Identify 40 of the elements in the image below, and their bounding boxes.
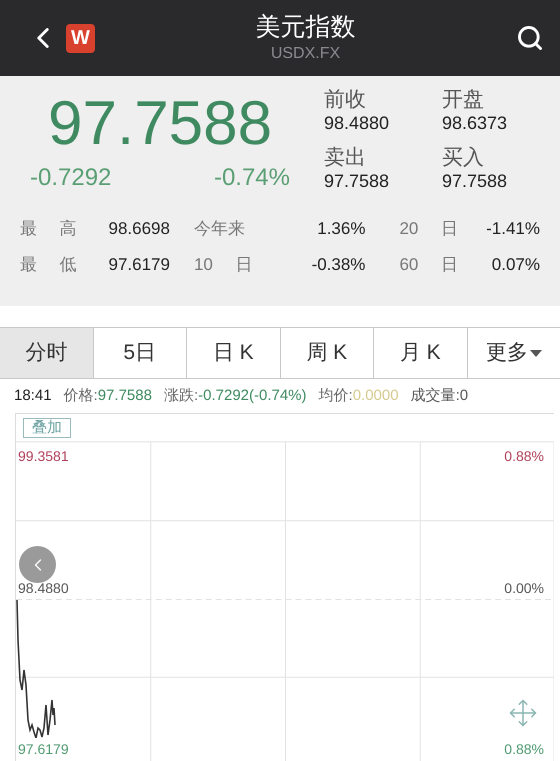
stat-label: 卖出 [324,146,367,170]
info-value: 0.0000 [352,386,399,406]
info-label: 涨跌: [164,386,198,406]
window-title: 美元指数 [256,12,356,43]
range-label: 60 日 [399,254,458,276]
info-value: -0.7292(-0.74%) [198,386,307,406]
info-label: 均价: [318,386,353,406]
range-value: 1.36% [317,218,366,240]
percent-axis-label: 0.88% [504,740,544,759]
stat-value: 97.7588 [442,170,508,192]
range-value: -1.41% [486,218,540,240]
range-label: 最 低 [20,254,77,276]
app-logo: W [66,24,95,52]
range-label: 最 高 [20,218,77,240]
info-text: 成交量:0 [410,386,468,406]
range-value: 0.07% [492,254,540,276]
range-label: 10 日 [194,254,253,276]
stat-value: 98.4880 [324,112,390,134]
info-text: 18:41 [14,386,52,406]
period-tab[interactable]: 分时 [0,328,94,378]
range-label: 20 日 [399,218,458,240]
stat-label: 前收 [324,88,367,112]
stat-value: 97.7588 [324,170,390,192]
percent-axis-label: 0.00% [504,579,544,598]
symbol-subtitle: USDX.FX [270,44,340,64]
percent-axis-label: 0.88% [504,447,544,466]
range-value: 97.6179 [108,254,170,276]
stat-label: 开盘 [442,88,485,112]
stat-label: 买入 [442,146,485,170]
price-change: -0.7292 [30,163,112,193]
current-price: 97.7588 [48,88,274,160]
back-button[interactable] [19,546,56,583]
info-label: 价格: [64,386,98,406]
percent-change: -0.74% [214,163,290,193]
stat-value: 98.6373 [442,112,508,134]
info-value: 97.7588 [98,386,152,406]
range-label: 今年来 [194,218,245,240]
range-value: 98.6698 [108,218,170,240]
range-value: -0.38% [312,254,366,276]
search-icon[interactable] [516,24,544,52]
